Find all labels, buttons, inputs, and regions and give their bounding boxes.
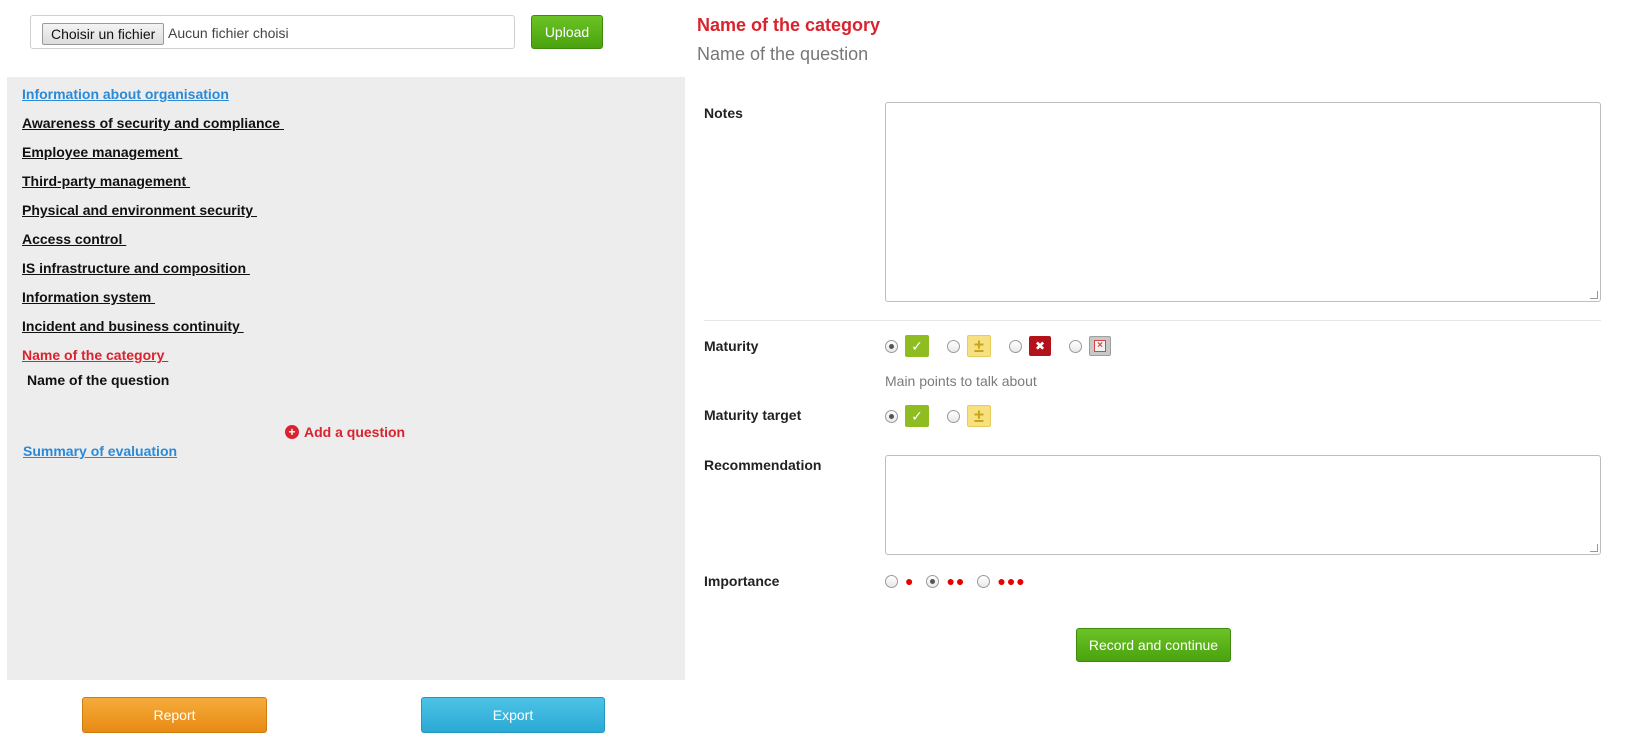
question-title: Name of the question [697, 44, 869, 64]
category-title: Name of the category [697, 15, 881, 35]
category-nav: Information about organisation Awareness… [7, 77, 685, 680]
importance-label: Importance [704, 573, 780, 589]
maturity-radio-ko[interactable] [1009, 339, 1022, 353]
importance-high-dots: ●●● [997, 573, 1026, 589]
maturity-target-radio-ok[interactable] [885, 409, 898, 423]
record-and-continue-button[interactable]: Record and continue [1076, 628, 1231, 662]
plus-minus-icon: ± [967, 335, 991, 357]
nav-item-organisation[interactable]: Information about organisation [22, 86, 229, 102]
maturity-target-label: Maturity target [704, 407, 802, 423]
report-button[interactable]: Report [82, 697, 267, 733]
cross-icon: ✖ [1029, 336, 1051, 356]
importance-radio-high[interactable] [977, 574, 991, 588]
importance-medium-dots: ●● [946, 573, 966, 589]
recommendation-label: Recommendation [704, 457, 822, 473]
notes-textarea[interactable] [885, 102, 1601, 302]
resize-grip-icon[interactable] [1590, 291, 1598, 299]
maturity-radio-partial[interactable] [947, 339, 960, 353]
plus-circle-icon: + [285, 425, 299, 439]
nav-item-summary[interactable]: Summary of evaluation [23, 443, 177, 459]
importance-radio-medium[interactable] [926, 574, 940, 588]
nav-item-incident-continuity[interactable]: Incident and business continuity [22, 318, 244, 334]
nav-item-is-infrastructure[interactable]: IS infrastructure and composition [22, 260, 250, 276]
divider [704, 320, 1601, 321]
upload-button[interactable]: Upload [531, 15, 603, 49]
maturity-target-options: ✓ ± [885, 405, 1009, 427]
recommendation-textarea[interactable] [885, 455, 1601, 555]
nav-item-third-party[interactable]: Third-party management [22, 173, 190, 189]
maturity-label: Maturity [704, 338, 759, 354]
importance-low-dots: ● [905, 573, 915, 589]
nav-item-physical-security[interactable]: Physical and environment security [22, 202, 257, 218]
maturity-radio-ok[interactable] [885, 339, 898, 353]
maturity-target-radio-partial[interactable] [947, 409, 960, 423]
choose-file-button[interactable]: Choisir un fichier [42, 23, 165, 45]
check-icon: ✓ [905, 335, 929, 357]
nav-item-awareness[interactable]: Awareness of security and compliance [22, 115, 284, 131]
not-applicable-icon: × [1089, 336, 1111, 356]
nav-question-item[interactable]: Name of the question [27, 372, 169, 388]
notes-label: Notes [704, 105, 743, 121]
importance-options: ● ●● ●●● [885, 573, 1038, 589]
resize-grip-icon[interactable] [1590, 544, 1598, 552]
add-question-button[interactable]: + Add a question [285, 424, 405, 440]
upload-row: Choisir un fichier Aucun fichier choisi … [30, 15, 603, 49]
nav-item-information-system[interactable]: Information system [22, 289, 155, 305]
file-status: Aucun fichier choisi [168, 25, 289, 41]
add-question-label: Add a question [304, 424, 406, 440]
export-button[interactable]: Export [421, 697, 605, 733]
plus-minus-icon: ± [967, 405, 991, 427]
maturity-hint: Main points to talk about [885, 373, 1037, 389]
file-input[interactable]: Choisir un fichier Aucun fichier choisi [30, 15, 515, 49]
nav-item-current-category[interactable]: Name of the category [22, 347, 168, 363]
maturity-options: ✓ ± ✖ × [885, 335, 1129, 357]
check-icon: ✓ [905, 405, 929, 427]
nav-item-access-control[interactable]: Access control [22, 231, 126, 247]
nav-item-employee-management[interactable]: Employee management [22, 144, 182, 160]
importance-radio-low[interactable] [885, 574, 898, 588]
maturity-radio-na[interactable] [1069, 339, 1082, 353]
